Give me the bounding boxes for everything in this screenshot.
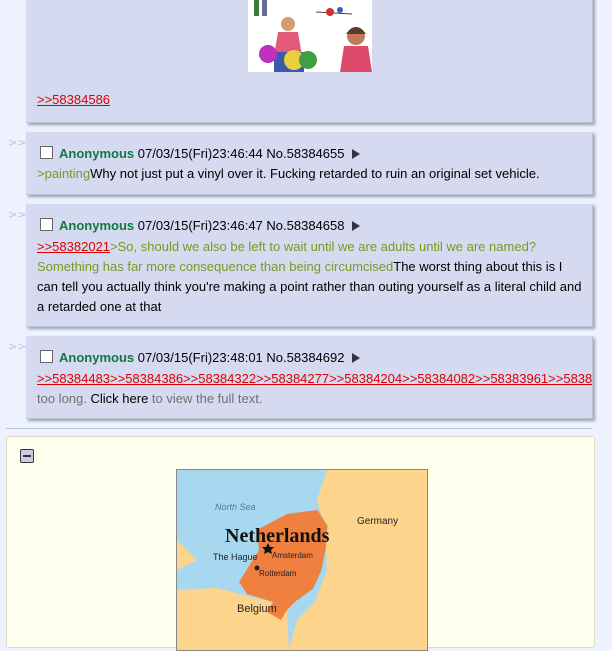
- post-datetime: 07/03/15(Fri)23:46:47: [137, 218, 263, 233]
- op-post: North Sea Germany Netherlands The Hague …: [6, 436, 595, 651]
- greentext-quote: >painting: [37, 166, 91, 181]
- poster-name: Anonymous: [59, 218, 135, 233]
- post-datetime: 07/03/15(Fri)23:48:01: [137, 350, 263, 365]
- post-select-checkbox[interactable]: [40, 218, 53, 231]
- poster-name: Anonymous: [59, 146, 135, 161]
- quote-link[interactable]: >>58384586: [37, 92, 110, 107]
- post-menu-arrow-icon[interactable]: [352, 221, 361, 231]
- hide-thread-minus-icon[interactable]: [20, 449, 34, 463]
- reply-post: Anonymous 07/03/15(Fri)23:46:44 No.58384…: [26, 132, 593, 195]
- post-datetime: 07/03/15(Fri)23:46:44: [137, 146, 263, 161]
- reply-post: >>58384586: [26, 0, 593, 123]
- quote-link[interactable]: >>58382021: [37, 239, 110, 254]
- map-label-rotterdam: Rotterdam: [259, 569, 297, 578]
- post-menu-arrow-icon[interactable]: [352, 149, 361, 159]
- map-label-hague: The Hague: [213, 552, 258, 562]
- reply-arrow-marker: >>: [8, 136, 27, 149]
- post-thumbnail[interactable]: [248, 0, 372, 72]
- post-number[interactable]: No.58384655: [266, 146, 344, 161]
- post-select-checkbox[interactable]: [40, 146, 53, 159]
- map-label-amsterdam: Amsterdam: [272, 551, 313, 560]
- poster-name: Anonymous: [59, 350, 135, 365]
- reply-post: Anonymous 07/03/15(Fri)23:48:01 No.58384…: [26, 336, 593, 419]
- post-message: Why not just put a vinyl over it. Fuckin…: [90, 166, 540, 181]
- quote-links[interactable]: >>58384483>>58384386>>58384322>>58384277…: [37, 371, 592, 386]
- map-label-sea: North Sea: [215, 502, 256, 512]
- cartoon-thumbnail-image: [248, 0, 372, 72]
- post-select-checkbox[interactable]: [40, 350, 53, 363]
- op-image[interactable]: North Sea Germany Netherlands The Hague …: [176, 469, 428, 651]
- click-here-link[interactable]: Click here: [91, 391, 149, 406]
- reply-post: Anonymous 07/03/15(Fri)23:46:47 No.58384…: [26, 204, 593, 327]
- too-long-suffix: to view the full text.: [148, 391, 263, 406]
- thread-separator: [6, 428, 592, 429]
- reply-arrow-marker: >>: [8, 208, 27, 221]
- post-number[interactable]: No.58384692: [266, 350, 344, 365]
- post-menu-arrow-icon[interactable]: [352, 353, 361, 363]
- map-title: Netherlands: [225, 525, 330, 547]
- netherlands-map-image: North Sea Germany Netherlands The Hague …: [177, 470, 427, 650]
- reply-arrow-marker: >>: [8, 340, 27, 353]
- map-label-germany: Germany: [357, 516, 398, 527]
- post-number[interactable]: No.58384658: [266, 218, 344, 233]
- too-long-notice: too long.: [37, 391, 91, 406]
- map-label-belgium: Belgium: [237, 603, 277, 615]
